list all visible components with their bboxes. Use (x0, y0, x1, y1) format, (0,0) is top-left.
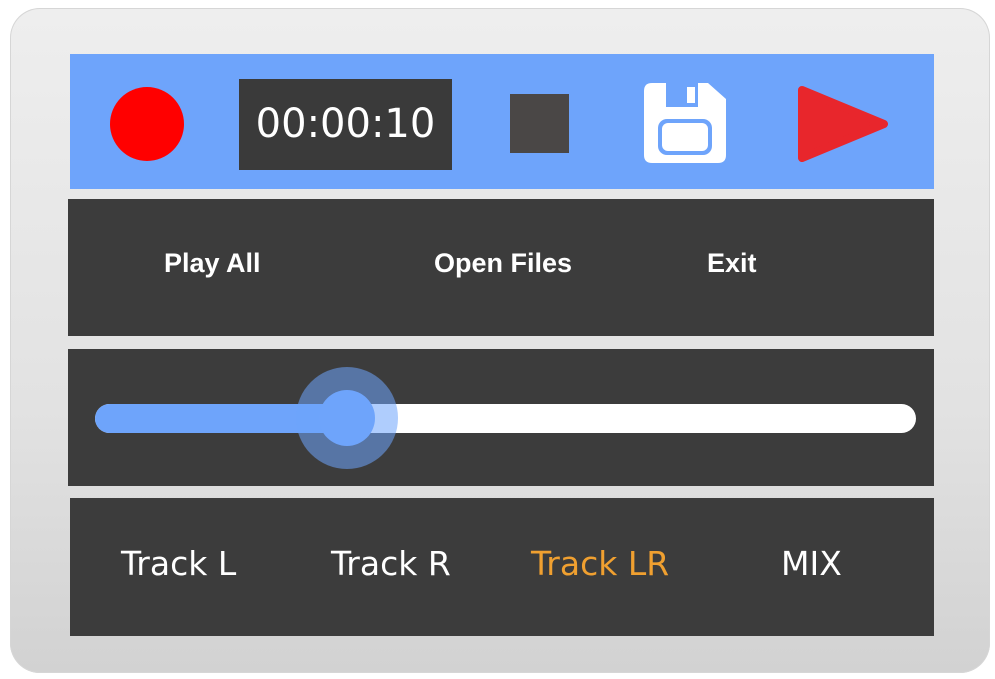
progress-slider-thumb[interactable] (319, 390, 376, 446)
mix-tab[interactable]: MIX (781, 541, 842, 587)
exit-button[interactable]: Exit (707, 243, 757, 283)
play-all-button[interactable]: Play All (164, 243, 261, 283)
save-button[interactable] (644, 83, 726, 163)
floppy-disk-icon (644, 83, 726, 163)
stop-button[interactable] (510, 94, 569, 153)
open-files-button[interactable]: Open Files (434, 243, 572, 283)
track-l-tab[interactable]: Track L (121, 541, 236, 587)
track-r-tab[interactable]: Track R (331, 541, 451, 587)
play-button[interactable] (796, 86, 888, 162)
timer-display: 00:00:10 (239, 79, 452, 170)
track-lr-tab[interactable]: Track LR (531, 541, 669, 587)
play-triangle-icon (798, 86, 888, 162)
record-button[interactable] (110, 87, 184, 161)
